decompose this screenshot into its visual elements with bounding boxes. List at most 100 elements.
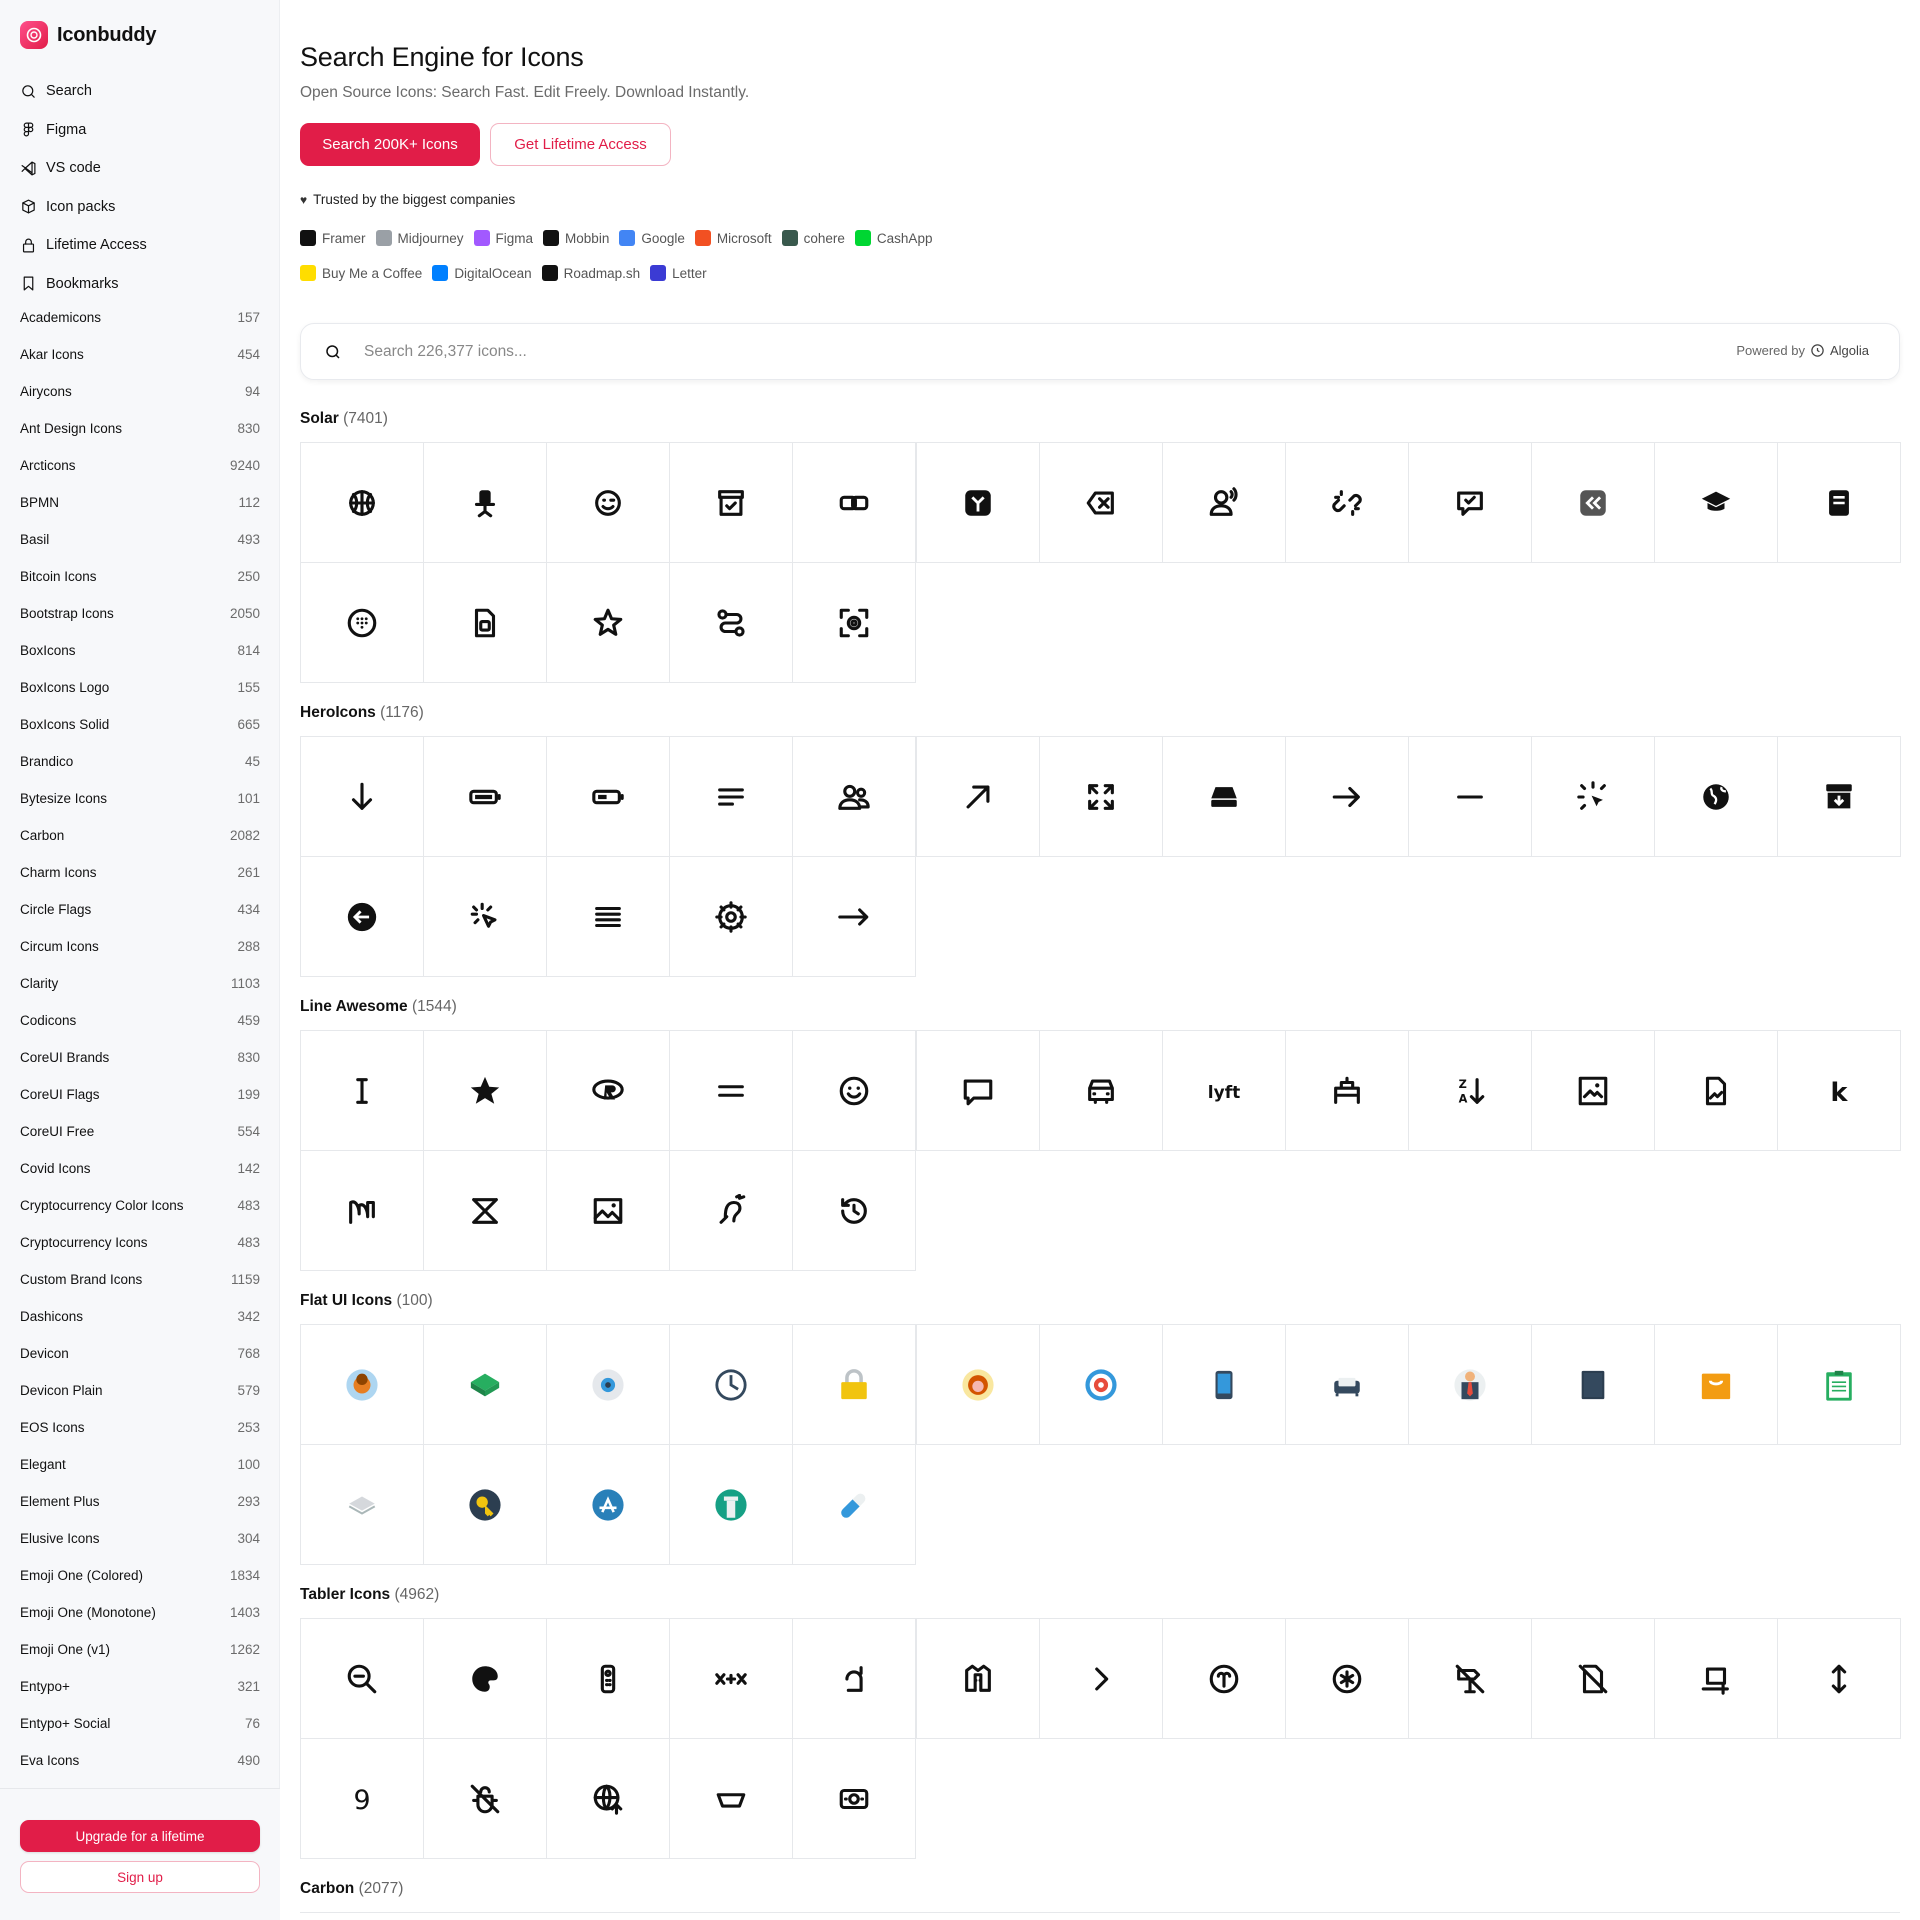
- icon-tile[interactable]: [546, 1618, 671, 1739]
- icon-tile[interactable]: [1407, 736, 1532, 857]
- icon-tile[interactable]: [546, 1030, 671, 1151]
- icon-pack-item[interactable]: Bootstrap Icons 2050: [20, 595, 260, 632]
- icon-tile[interactable]: [792, 442, 917, 563]
- icon-pack-item[interactable]: Entypo+ 321: [20, 1668, 260, 1705]
- icon-tile[interactable]: [1038, 1618, 1163, 1739]
- icon-tile[interactable]: [792, 1150, 917, 1271]
- company-microsoft[interactable]: Microsoft: [694, 230, 772, 246]
- icon-tile[interactable]: [1531, 736, 1656, 857]
- icon-tile[interactable]: [1407, 1618, 1532, 1739]
- icon-tile[interactable]: [423, 442, 548, 563]
- icon-tile[interactable]: [915, 1324, 1040, 1445]
- icon-tile[interactable]: [423, 856, 548, 977]
- icon-tile[interactable]: [1038, 442, 1163, 563]
- icon-tile[interactable]: ZA: [1407, 1030, 1532, 1151]
- icon-pack-item[interactable]: Codicons 459: [20, 1002, 260, 1039]
- icon-pack-item[interactable]: Emoji One (v1) 1262: [20, 1631, 260, 1668]
- icon-tile[interactable]: [915, 1030, 1040, 1151]
- icon-pack-item[interactable]: Element Plus 293: [20, 1483, 260, 1520]
- icon-pack-item[interactable]: BPMN 112: [20, 484, 260, 521]
- nav-item-search[interactable]: Search: [20, 72, 260, 111]
- icon-pack-item[interactable]: Arcticons 9240: [20, 447, 260, 484]
- nav-item-vscode[interactable]: VS code: [20, 149, 260, 188]
- section-title[interactable]: HeroIcons (1176): [300, 704, 424, 722]
- icon-tile[interactable]: [546, 1444, 671, 1565]
- icon-tile[interactable]: [669, 1738, 794, 1859]
- icon-tile[interactable]: [792, 736, 917, 857]
- icon-tile[interactable]: [1654, 736, 1779, 857]
- icon-tile[interactable]: [1654, 442, 1779, 563]
- icon-tile[interactable]: [1161, 1324, 1286, 1445]
- icon-tile[interactable]: [1777, 1324, 1902, 1445]
- icon-tile[interactable]: [669, 562, 794, 683]
- icon-tile[interactable]: [915, 1618, 1040, 1739]
- icon-pack-item[interactable]: Elegant 100: [20, 1446, 260, 1483]
- company-cohere[interactable]: cohere: [781, 230, 845, 246]
- icon-pack-item[interactable]: Carbon 2082: [20, 817, 260, 854]
- icon-tile[interactable]: [1284, 442, 1409, 563]
- icon-tile[interactable]: [423, 1738, 548, 1859]
- icon-pack-item[interactable]: Brandico 45: [20, 743, 260, 780]
- icon-tile[interactable]: [1161, 736, 1286, 857]
- search-icons-button[interactable]: Search 200K+ Icons: [300, 123, 480, 166]
- icon-tile[interactable]: [423, 1444, 548, 1565]
- icon-tile[interactable]: [300, 1444, 425, 1565]
- icon-tile[interactable]: [1284, 1030, 1409, 1151]
- icon-pack-item[interactable]: Bytesize Icons 101: [20, 780, 260, 817]
- icon-pack-item[interactable]: CoreUI Flags 199: [20, 1076, 260, 1113]
- upgrade-button[interactable]: Upgrade for a lifetime: [20, 1820, 260, 1852]
- icon-pack-item[interactable]: CoreUI Free 554: [20, 1113, 260, 1150]
- icon-tile[interactable]: [546, 562, 671, 683]
- nav-item-figma[interactable]: Figma: [20, 111, 260, 150]
- icon-tile[interactable]: [669, 1030, 794, 1151]
- signup-button[interactable]: Sign up: [20, 1861, 260, 1893]
- icon-pack-item[interactable]: Airycons 94: [20, 373, 260, 410]
- section-title[interactable]: Carbon (2077): [300, 1880, 403, 1898]
- icon-tile[interactable]: [669, 736, 794, 857]
- icon-tile[interactable]: [423, 1030, 548, 1151]
- icon-tile[interactable]: [669, 1324, 794, 1445]
- icon-pack-item[interactable]: BoxIcons Logo 155: [20, 669, 260, 706]
- lifetime-access-button[interactable]: Get Lifetime Access: [490, 123, 671, 166]
- icon-tile[interactable]: [1038, 736, 1163, 857]
- company-figma[interactable]: Figma: [473, 230, 533, 246]
- icon-tile[interactable]: [546, 1738, 671, 1859]
- icon-tile[interactable]: [423, 1324, 548, 1445]
- icon-tile[interactable]: [1161, 442, 1286, 563]
- section-title[interactable]: Solar (7401): [300, 410, 388, 428]
- brand[interactable]: Iconbuddy: [20, 20, 157, 50]
- icon-pack-item[interactable]: BoxIcons Solid 665: [20, 706, 260, 743]
- icon-pack-item[interactable]: Circum Icons 288: [20, 928, 260, 965]
- icon-tile[interactable]: [300, 1324, 425, 1445]
- icon-tile[interactable]: [300, 736, 425, 857]
- icon-tile[interactable]: [1777, 736, 1902, 857]
- icon-tile[interactable]: [300, 442, 425, 563]
- icon-tile[interactable]: [1038, 1324, 1163, 1445]
- icon-pack-item[interactable]: EOS Icons 253: [20, 1409, 260, 1446]
- icon-pack-item[interactable]: Dashicons 342: [20, 1298, 260, 1335]
- icon-tile[interactable]: [1654, 1618, 1779, 1739]
- icon-tile[interactable]: [669, 1444, 794, 1565]
- icon-tile[interactable]: [669, 442, 794, 563]
- icon-pack-item[interactable]: Covid Icons 142: [20, 1150, 260, 1187]
- icon-tile[interactable]: [915, 442, 1040, 563]
- icon-tile[interactable]: [1531, 1324, 1656, 1445]
- icon-pack-item[interactable]: Cryptocurrency Icons 483: [20, 1224, 260, 1261]
- section-title[interactable]: Line Awesome (1544): [300, 998, 457, 1016]
- icon-tile[interactable]: [1654, 1030, 1779, 1151]
- icon-tile[interactable]: [792, 1738, 917, 1859]
- icon-tile[interactable]: [792, 1444, 917, 1565]
- nav-item-lifetime-access[interactable]: Lifetime Access: [20, 226, 260, 265]
- icon-pack-item[interactable]: Elusive Icons 304: [20, 1520, 260, 1557]
- icon-tile[interactable]: [300, 1030, 425, 1151]
- company-framer[interactable]: Framer: [300, 230, 366, 246]
- icon-tile[interactable]: [300, 1150, 425, 1271]
- icon-tile[interactable]: [915, 736, 1040, 857]
- company-roadmap-sh[interactable]: Roadmap.sh: [541, 265, 640, 281]
- icon-pack-item[interactable]: Emoji One (Colored) 1834: [20, 1557, 260, 1594]
- icon-tile[interactable]: k: [1777, 1030, 1902, 1151]
- icon-tile[interactable]: [546, 736, 671, 857]
- icon-pack-item[interactable]: Clarity 1103: [20, 965, 260, 1002]
- icon-tile[interactable]: [423, 1618, 548, 1739]
- icon-tile[interactable]: [1161, 1618, 1286, 1739]
